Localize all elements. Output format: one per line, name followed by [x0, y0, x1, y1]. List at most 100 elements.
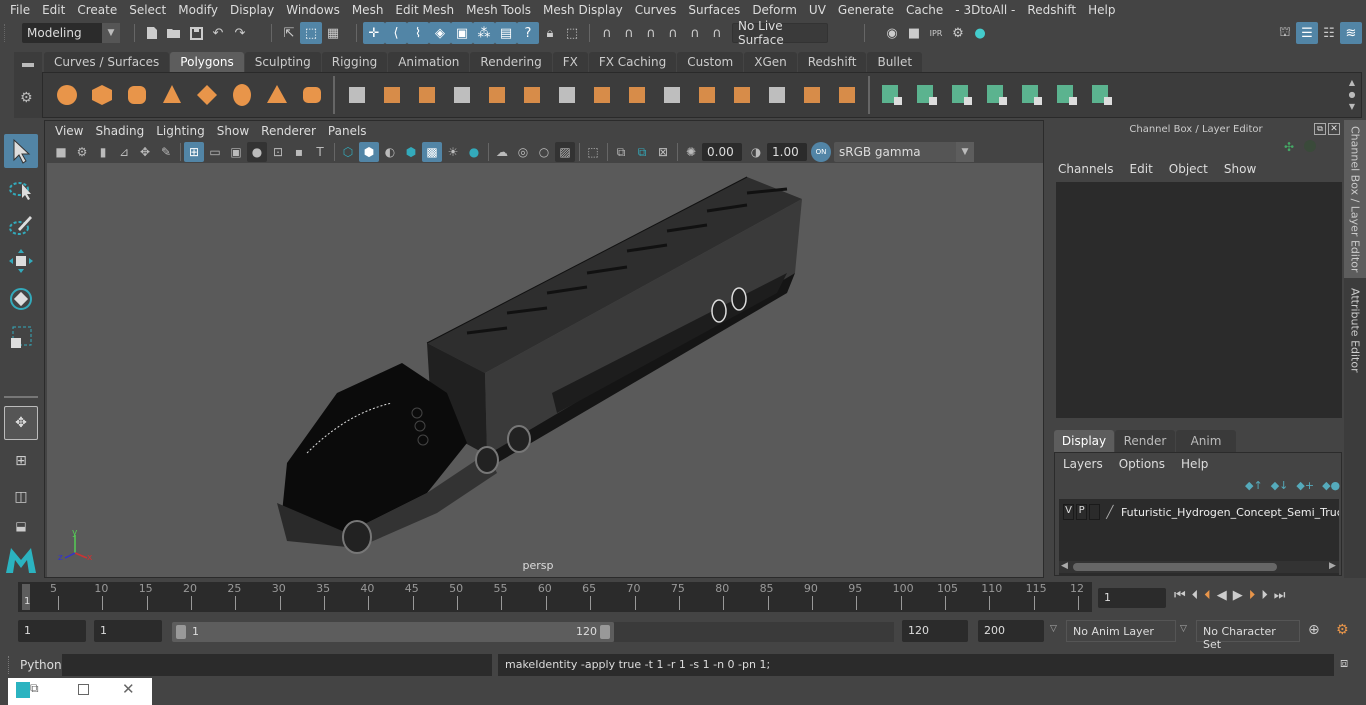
shelf-menu-icon[interactable]	[22, 63, 34, 67]
menu-modify[interactable]: Modify	[172, 3, 224, 17]
new-layer-selected-icon[interactable]: ◆●	[1322, 479, 1340, 492]
go-to-end-icon[interactable]: ⏭	[1274, 588, 1286, 603]
shelf-tab-fx[interactable]: FX	[552, 52, 588, 72]
status-grip[interactable]	[4, 24, 8, 42]
attribute-editor-toggle-icon[interactable]: ☰	[1296, 22, 1318, 44]
lasso-tool-icon[interactable]	[4, 172, 38, 206]
depth-of-field-icon[interactable]: ▨	[555, 142, 575, 162]
viewport-menu-lighting[interactable]: Lighting	[150, 124, 211, 138]
extract-icon[interactable]	[479, 78, 514, 112]
layer-playback-toggle[interactable]: P	[1076, 504, 1088, 520]
gamma-icon[interactable]: ◑	[746, 142, 766, 162]
move-layer-up-icon[interactable]: ◆↑	[1245, 479, 1263, 492]
viewport-canvas[interactable]: y x z persp	[47, 163, 1043, 577]
menu-edit-mesh[interactable]: Edit Mesh	[389, 3, 460, 17]
render-current-icon[interactable]: ■	[903, 22, 925, 44]
menu-mesh[interactable]: Mesh	[346, 3, 390, 17]
live-surface-field[interactable]: No Live Surface	[732, 19, 828, 47]
camera-attributes-icon[interactable]: ⚙	[72, 142, 92, 162]
animation-end-field[interactable]: 200	[978, 620, 1044, 642]
channel-box-menu-object[interactable]: Object	[1169, 162, 1208, 176]
sync-icon[interactable]	[1304, 140, 1316, 152]
menu-cache[interactable]: Cache	[900, 3, 949, 17]
step-forward-key-icon[interactable]: ⏵	[1249, 588, 1256, 603]
layer-tab-anim[interactable]: Anim	[1176, 430, 1236, 452]
step-back-key-icon[interactable]: ⏴	[1204, 588, 1211, 603]
save-scene-icon[interactable]	[185, 22, 207, 44]
grid-toggle-icon[interactable]: ⊞	[184, 142, 204, 162]
image-plane-icon[interactable]: ⊿	[114, 142, 134, 162]
target-weld-icon[interactable]	[794, 78, 829, 112]
layer-color-swatch[interactable]: ╱	[1106, 505, 1119, 519]
menu-edit[interactable]: Edit	[36, 3, 71, 17]
mirror-icon[interactable]	[409, 78, 444, 112]
play-forwards-icon[interactable]: ▶	[1233, 588, 1243, 603]
textured-icon[interactable]: ▩	[422, 142, 442, 162]
help-icon[interactable]: ?	[517, 22, 539, 44]
bookmarks-icon[interactable]: ▮	[93, 142, 113, 162]
shelf-tab-curves-surfaces[interactable]: Curves / Surfaces	[44, 52, 170, 72]
xray-active-icon[interactable]: ⧉	[632, 142, 652, 162]
layout-uv-icon[interactable]	[1084, 78, 1119, 112]
side-tab-channel-box[interactable]: Channel Box / Layer Editor	[1344, 120, 1366, 278]
append-icon[interactable]	[759, 78, 794, 112]
float-panel-icon[interactable]: ⧉	[1314, 123, 1326, 135]
2d-pan-zoom-icon[interactable]: ✥	[135, 142, 155, 162]
scrollbar-thumb[interactable]	[1073, 563, 1277, 571]
script-language-toggle[interactable]: Python	[20, 658, 62, 672]
magnet-view-icon[interactable]: ∩	[662, 22, 684, 44]
anti-aliasing-icon[interactable]: ○	[534, 142, 554, 162]
shelf-tab-animation[interactable]: Animation	[388, 52, 470, 72]
shelf-tab-fx-caching[interactable]: FX Caching	[588, 52, 677, 72]
menu-generate[interactable]: Generate	[832, 3, 900, 17]
viewport-menu-shading[interactable]: Shading	[89, 124, 150, 138]
insert-edge-loop-icon[interactable]	[724, 78, 759, 112]
field-chart-icon[interactable]: ⊡	[268, 142, 288, 162]
xray-joints-icon[interactable]: ⊠	[653, 142, 673, 162]
auto-key-icon[interactable]: ⊕	[1308, 622, 1320, 638]
move-tool-icon[interactable]	[4, 244, 38, 278]
scale-tool-icon[interactable]	[4, 320, 38, 354]
new-empty-layer-icon[interactable]: ◆+	[1296, 479, 1314, 492]
close-icon[interactable]: ✕	[122, 680, 135, 698]
range-end-handle[interactable]	[600, 625, 610, 639]
animation-start-field[interactable]: 1	[18, 620, 86, 642]
merge-icon[interactable]	[689, 78, 724, 112]
layer-menu-help[interactable]: Help	[1181, 457, 1208, 471]
magnet-surface-icon[interactable]: ∩	[684, 22, 706, 44]
scroll-left-icon[interactable]: ◀	[1061, 561, 1068, 571]
smooth-icon[interactable]	[444, 78, 479, 112]
film-gate-icon[interactable]: ▭	[205, 142, 225, 162]
unfold-icon[interactable]	[1014, 78, 1049, 112]
use-default-material-icon[interactable]: ◐	[380, 142, 400, 162]
shelf-tab-bullet[interactable]: Bullet	[867, 52, 923, 72]
ambient-occlusion-icon[interactable]: ☁	[492, 142, 512, 162]
single-perspective-layout-icon[interactable]: ✥	[4, 406, 38, 440]
shelf-tab-xgen[interactable]: XGen	[744, 52, 797, 72]
viewport-menu-view[interactable]: View	[49, 124, 89, 138]
select-tool-icon[interactable]	[4, 134, 38, 168]
anim-layer-dropdown[interactable]: No Anim Layer	[1066, 620, 1176, 642]
extrude-icon[interactable]	[584, 78, 619, 112]
current-frame-field[interactable]: 1	[1098, 588, 1166, 608]
channel-box-menu-show[interactable]: Show	[1224, 162, 1256, 176]
safe-title-icon[interactable]: T	[310, 142, 330, 162]
go-to-start-icon[interactable]: ⏮	[1174, 588, 1186, 603]
magnet-grid-icon[interactable]: ∩	[596, 22, 618, 44]
persp-graph-layout-icon[interactable]: ⬓	[4, 516, 38, 536]
use-all-lights-icon[interactable]: ☀	[443, 142, 463, 162]
time-slider[interactable]: 1 5 10 15 20 25 30 35 40 45 50 55 60 65 70 75 80 85 90 95 1…	[18, 582, 1092, 612]
step-back-frame-icon[interactable]: ⏴	[1192, 588, 1199, 603]
menu-create[interactable]: Create	[71, 3, 123, 17]
channel-box-toggle-icon[interactable]: ≋	[1340, 22, 1362, 44]
menu-display[interactable]: Display	[224, 3, 280, 17]
select-by-hierarchy-icon[interactable]: ⇱	[278, 22, 300, 44]
menu-surfaces[interactable]: Surfaces	[682, 3, 746, 17]
maximize-icon[interactable]	[78, 684, 89, 695]
menu-uv[interactable]: UV	[803, 3, 832, 17]
safe-action-icon[interactable]: ▪	[289, 142, 309, 162]
select-by-component-icon[interactable]: ▦	[322, 22, 344, 44]
modeling-toolkit-icon[interactable]: ⛫	[1274, 22, 1296, 44]
move-layer-down-icon[interactable]: ◆↓	[1271, 479, 1289, 492]
bridge-icon[interactable]	[514, 78, 549, 112]
